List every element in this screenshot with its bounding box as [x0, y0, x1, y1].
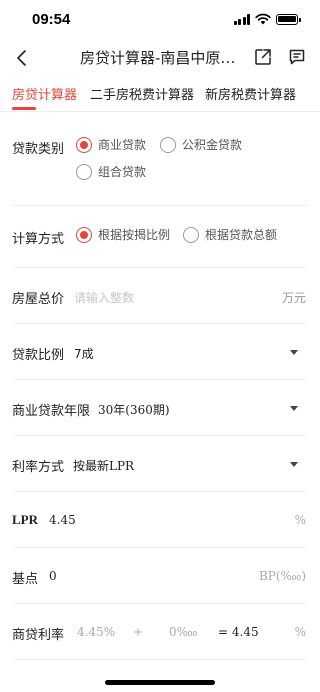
loan-term-label: 商业贷款年限: [12, 404, 91, 419]
house-price-input[interactable]: 请输入整数: [74, 289, 134, 306]
radio-checked-icon: [76, 226, 92, 243]
calc-method-row: 计算方式 根据按揭比例 根据贷款总额: [12, 206, 308, 268]
calc-method-by-total-radio[interactable]: 根据贷款总额: [183, 226, 277, 243]
status-icons: [233, 13, 301, 25]
basis-point-row: 基点 0 BP(‱): [12, 548, 308, 604]
loan-ratio-value: 7成: [74, 347, 94, 361]
house-price-row: 房屋总价 请输入整数 万元: [12, 268, 308, 324]
lpr-label: LPR: [12, 512, 38, 527]
lpr-row: LPR 4.45 %: [12, 492, 308, 548]
commercial-rate-unit: %: [294, 625, 306, 639]
feedback-icon[interactable]: [288, 48, 306, 66]
commercial-rate-label: 商贷利率: [12, 628, 65, 643]
commercial-rate-result: = 4.45: [218, 625, 259, 639]
loan-type-commercial-radio[interactable]: 商业贷款: [76, 136, 146, 153]
commercial-rate-bp-value: 0‱: [169, 625, 198, 639]
share-icon[interactable]: [254, 48, 272, 66]
dropdown-caret-icon: [290, 406, 298, 411]
loan-type-provident-fund-label: 公积金贷款: [182, 138, 243, 152]
lpr-value[interactable]: 4.45: [49, 513, 76, 527]
tab-new-house-tax-calculator[interactable]: 新房税费计算器: [205, 84, 296, 103]
active-tab-indicator: [12, 107, 36, 110]
loan-type-combined-label: 组合贷款: [98, 165, 147, 179]
page-title: 房贷计算器-南昌中原…: [80, 49, 236, 67]
loan-ratio-label: 贷款比例: [12, 348, 65, 363]
radio-unchecked-icon: [160, 136, 176, 153]
loan-type-combined-radio[interactable]: 组合贷款: [76, 163, 146, 180]
commercial-rate-plus: +: [133, 625, 144, 639]
loan-type-row: 贷款类别 商业贷款 公积金贷款 组合贷款: [12, 112, 308, 206]
loan-term-value: 30年(360期): [98, 403, 170, 417]
loan-type-provident-fund-radio[interactable]: 公积金贷款: [160, 136, 242, 153]
radio-unchecked-icon: [76, 163, 92, 180]
basis-point-value[interactable]: 0: [49, 569, 57, 583]
status-time: 09:54: [32, 11, 71, 28]
tab-second-hand-tax-calculator[interactable]: 二手房税费计算器: [90, 84, 194, 103]
signal-icon: [233, 13, 250, 25]
basis-point-unit: BP(‱): [258, 569, 306, 583]
radio-checked-icon: [76, 136, 92, 153]
loan-type-label: 贷款类别: [12, 142, 65, 157]
loan-term-row[interactable]: 商业贷款年限 30年(360期): [12, 380, 308, 436]
nav-bar: 房贷计算器-南昌中原…: [0, 40, 320, 76]
house-price-label: 房屋总价: [12, 292, 65, 307]
lpr-unit: %: [294, 513, 306, 527]
dropdown-caret-icon: [290, 350, 298, 355]
dropdown-caret-icon: [290, 462, 298, 467]
home-indicator: [105, 680, 215, 685]
calc-method-by-total-label: 根据贷款总额: [205, 228, 278, 242]
status-bar: 09:54: [0, 0, 320, 40]
rate-method-row[interactable]: 利率方式 按最新LPR: [12, 436, 308, 492]
loan-type-commercial-label: 商业贷款: [98, 138, 147, 152]
battery-icon: [276, 13, 301, 25]
rate-method-value: 按最新LPR: [73, 459, 135, 473]
radio-unchecked-icon: [183, 226, 199, 243]
calc-method-by-ratio-label: 根据按揭比例: [98, 228, 171, 242]
tab-mortgage-calculator[interactable]: 房贷计算器: [12, 84, 77, 103]
calc-method-by-ratio-radio[interactable]: 根据按揭比例: [76, 226, 170, 243]
calc-method-label: 计算方式: [12, 232, 65, 247]
loan-ratio-row[interactable]: 贷款比例 7成: [12, 324, 308, 380]
house-price-unit: 万元: [281, 291, 306, 305]
back-arrow-icon[interactable]: [14, 48, 32, 68]
commercial-rate-row: 商贷利率 4.45% + 0‱ = 4.45 %: [12, 604, 308, 660]
calculator-tabs: 房贷计算器 二手房税费计算器 新房税费计算器: [0, 76, 320, 112]
commercial-rate-lpr-value: 4.45%: [77, 625, 116, 639]
wifi-icon: [255, 13, 271, 25]
rate-method-label: 利率方式: [12, 460, 65, 475]
basis-point-label: 基点: [12, 572, 39, 587]
